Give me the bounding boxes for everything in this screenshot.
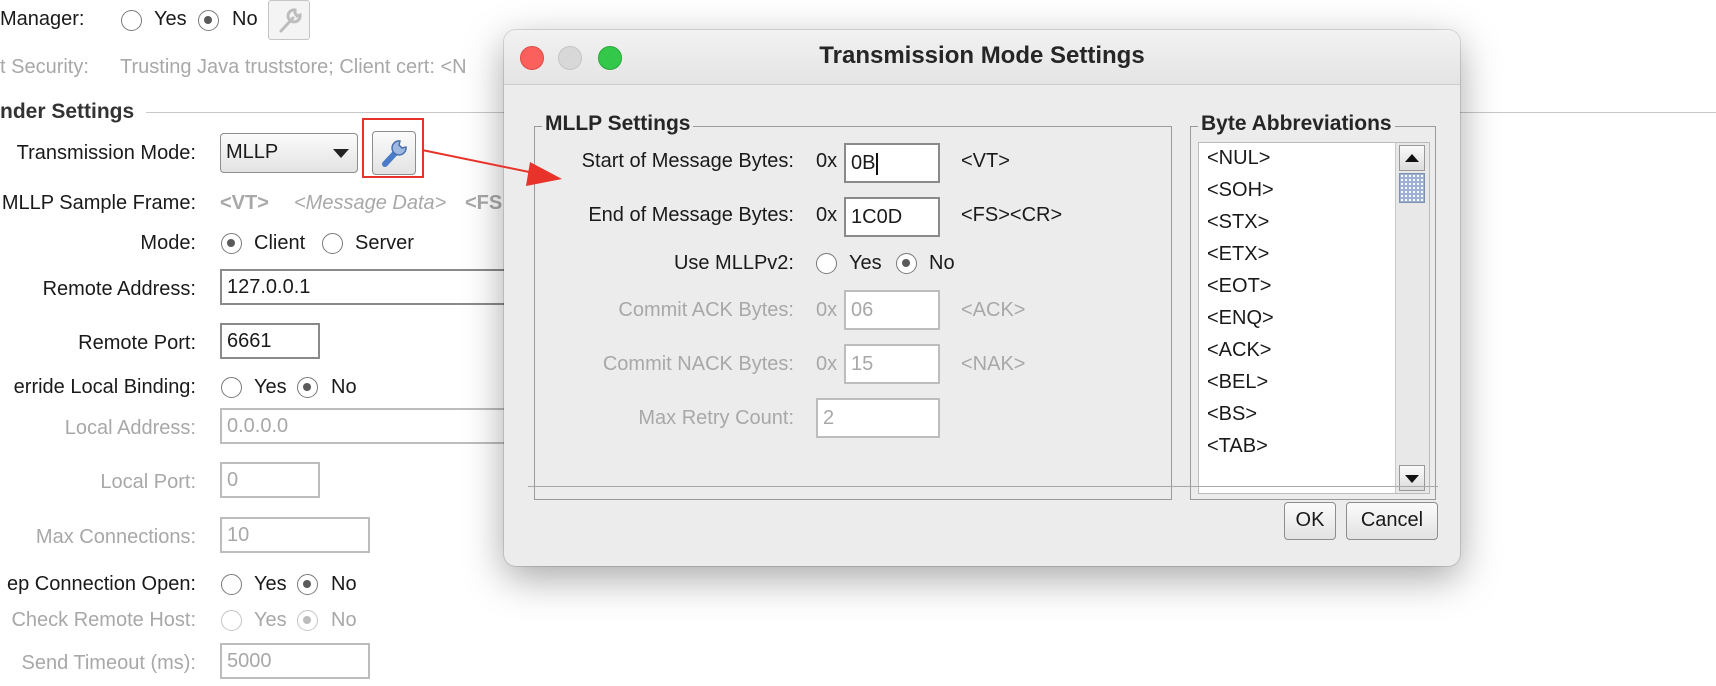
- annotation-arrow-line: [421, 149, 535, 174]
- annotation-arrow: [421, 149, 562, 186]
- annotation-arrow-head: [526, 162, 562, 186]
